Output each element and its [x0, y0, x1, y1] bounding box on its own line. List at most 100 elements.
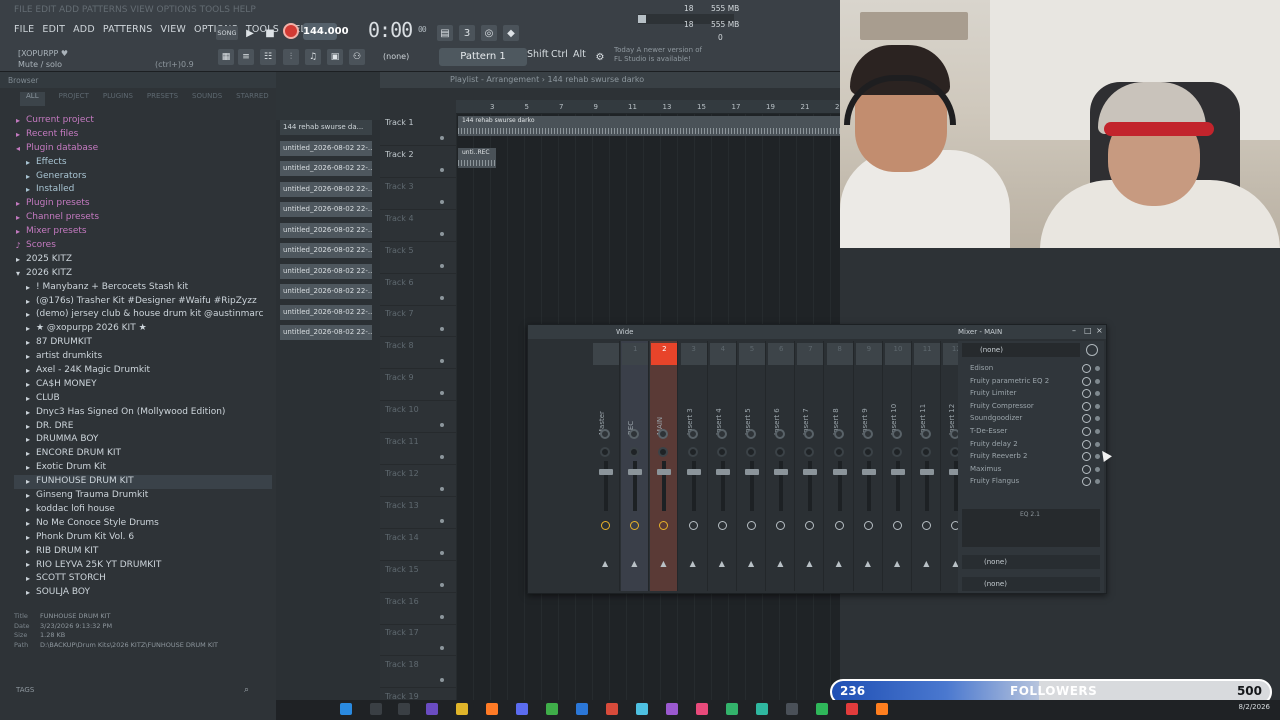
- kit-folder-item[interactable]: ▸ (@176s) Trasher Kit #Designer #Waifu #R…: [14, 295, 272, 309]
- app-icon-6[interactable]: [636, 703, 648, 715]
- browser-tab-all[interactable]: ALL: [20, 92, 45, 106]
- minimize-icon[interactable]: –: [1072, 326, 1076, 335]
- audio-clip[interactable]: 144 rehab swurse darko: [458, 116, 840, 136]
- mixer-icon[interactable]: ⫶: [283, 49, 299, 65]
- stereo-knob[interactable]: [921, 447, 932, 457]
- route-button[interactable]: [630, 521, 640, 530]
- fx-enable-toggle[interactable]: [1095, 416, 1100, 422]
- fx-slot[interactable]: Soundgoodizer: [962, 413, 1100, 424]
- track-name[interactable]: Track 1: [385, 118, 414, 127]
- track-lane[interactable]: [456, 145, 840, 178]
- route-button[interactable]: [922, 521, 932, 530]
- kit-folder-item[interactable]: ▸ FUNHOUSE DRUM KIT: [14, 475, 272, 490]
- track-name[interactable]: Track 9: [385, 373, 414, 382]
- stop-icon[interactable]: ■: [262, 25, 278, 41]
- send-arrow-icon[interactable]: ▲: [748, 559, 754, 568]
- fader-handle[interactable]: [628, 469, 643, 475]
- kit-folder-item[interactable]: ▸ ★ @xopurpp 2026 KIT ★: [14, 322, 272, 336]
- fx-mix-knob[interactable]: [1082, 364, 1091, 373]
- fx-enable-toggle[interactable]: [1095, 403, 1100, 409]
- track-name[interactable]: Track 15: [385, 565, 419, 574]
- browser-category[interactable]: ▸ Generators: [14, 170, 272, 184]
- track-mute-led[interactable]: [440, 136, 444, 140]
- app-icon-3[interactable]: [546, 703, 558, 715]
- send-arrow-icon[interactable]: ▲: [836, 559, 842, 568]
- browser-category[interactable]: ◂ Plugin database: [14, 142, 272, 156]
- mixer-titlebar[interactable]: Wide Mixer - MAIN – □ ×: [528, 325, 1106, 339]
- send-arrow-icon[interactable]: ▲: [719, 559, 725, 568]
- pan-knob[interactable]: [600, 429, 610, 439]
- fader-handle[interactable]: [803, 469, 818, 475]
- send-arrow-icon[interactable]: ▲: [923, 559, 929, 568]
- track-mute-led[interactable]: [440, 167, 444, 172]
- track-name[interactable]: Track 2: [385, 150, 414, 159]
- mixer-output-1[interactable]: (none): [962, 555, 1100, 569]
- browser-category[interactable]: ♪ Scores: [14, 239, 272, 253]
- send-arrow-icon[interactable]: ▲: [806, 559, 812, 568]
- news-icon[interactable]: ⚙: [592, 49, 608, 65]
- pan-knob[interactable]: [658, 429, 669, 439]
- fx-mix-knob[interactable]: [1082, 464, 1091, 474]
- app-icon-12[interactable]: [816, 703, 828, 715]
- song-mode-button[interactable]: SONG: [216, 26, 238, 40]
- track-name[interactable]: Track 16: [385, 597, 419, 606]
- track-mute-led[interactable]: [440, 263, 444, 268]
- mixer-mode[interactable]: Wide: [616, 328, 633, 336]
- mixer-strip[interactable]: 2 MAIN ▲: [650, 341, 679, 591]
- fader-handle[interactable]: [686, 469, 701, 475]
- maximize-icon[interactable]: □: [1084, 326, 1092, 335]
- fx-mix-knob[interactable]: [1082, 452, 1091, 462]
- browser-category[interactable]: ▸ Recent files: [14, 128, 272, 142]
- route-button[interactable]: [893, 521, 902, 530]
- route-button[interactable]: [659, 521, 669, 530]
- menu-item-view[interactable]: VIEW: [161, 24, 187, 35]
- app-icon-10[interactable]: [756, 703, 768, 715]
- fx-enable-toggle[interactable]: [1095, 429, 1100, 434]
- stereo-knob[interactable]: [746, 447, 756, 457]
- track-name[interactable]: Track 11: [385, 437, 419, 446]
- fx-mix-knob[interactable]: [1082, 414, 1091, 424]
- shift-key[interactable]: Shift: [527, 49, 549, 60]
- app-icon-5[interactable]: [606, 703, 618, 715]
- browser-tab-starred[interactable]: STARRED: [236, 92, 269, 106]
- track-name[interactable]: Track 14: [385, 533, 419, 542]
- track-mute-led[interactable]: [440, 486, 444, 491]
- search-icon[interactable]: ⌕: [244, 685, 249, 695]
- mixer-output-2[interactable]: (none): [962, 577, 1100, 591]
- mixer-strip[interactable]: 7 Insert 7 ▲: [796, 341, 825, 591]
- fader-handle[interactable]: [891, 469, 905, 475]
- folder-item[interactable]: ▾ 2026 KITZ: [14, 267, 272, 281]
- pattern-item[interactable]: untitled_2026-08-02 22-...: [280, 304, 372, 320]
- track-name[interactable]: Track 6: [385, 278, 414, 287]
- kit-folder-item[interactable]: ▸ SOULJA BOY: [14, 586, 272, 600]
- folder-item[interactable]: ▸ 2025 KITZ: [14, 253, 272, 267]
- fx-slot[interactable]: Maximus: [962, 464, 1100, 475]
- mixer-strip[interactable]: 3 Insert 3 ▲: [680, 341, 708, 591]
- send-arrow-icon[interactable]: ▲: [865, 559, 871, 568]
- kit-folder-item[interactable]: ▸ RIO LEYVA 25K YT DRUMKIT: [14, 559, 272, 573]
- kit-folder-item[interactable]: ▸ artist drumkits: [14, 350, 272, 364]
- menu-item-patterns[interactable]: PATTERNS: [103, 24, 153, 35]
- track-name[interactable]: Track 4: [385, 214, 414, 223]
- track-mute-led[interactable]: [440, 455, 444, 459]
- wait-icon[interactable]: ◆: [503, 25, 519, 41]
- pan-knob[interactable]: [833, 429, 844, 439]
- strip-header[interactable]: [593, 343, 619, 365]
- route-button[interactable]: [863, 521, 873, 530]
- app-icon-1[interactable]: [426, 703, 438, 715]
- pattern-mode-icon[interactable]: ▤: [437, 25, 453, 41]
- stereo-knob[interactable]: [804, 447, 815, 457]
- eq-display[interactable]: EQ 2.1: [962, 509, 1100, 547]
- playlist-icon[interactable]: ≡: [238, 49, 254, 65]
- fx-mix-knob[interactable]: [1082, 376, 1091, 386]
- track-lane[interactable]: [456, 209, 840, 242]
- browser-icon[interactable]: ▣: [327, 49, 343, 65]
- pattern-item[interactable]: untitled_2026-08-02 22-...: [280, 161, 372, 176]
- kit-folder-item[interactable]: ▸ Dnyc3 Has Signed On (Mollywood Edition): [14, 406, 272, 420]
- track-mute-led[interactable]: [440, 518, 444, 523]
- channel-rack-icon[interactable]: ☷: [260, 49, 276, 65]
- mixer-strip[interactable]: 6 Insert 6 ▲: [767, 341, 796, 591]
- mixer-strip[interactable]: Master ▲: [592, 341, 620, 591]
- send-arrow-icon[interactable]: ▲: [602, 559, 608, 568]
- pan-knob[interactable]: [862, 429, 873, 439]
